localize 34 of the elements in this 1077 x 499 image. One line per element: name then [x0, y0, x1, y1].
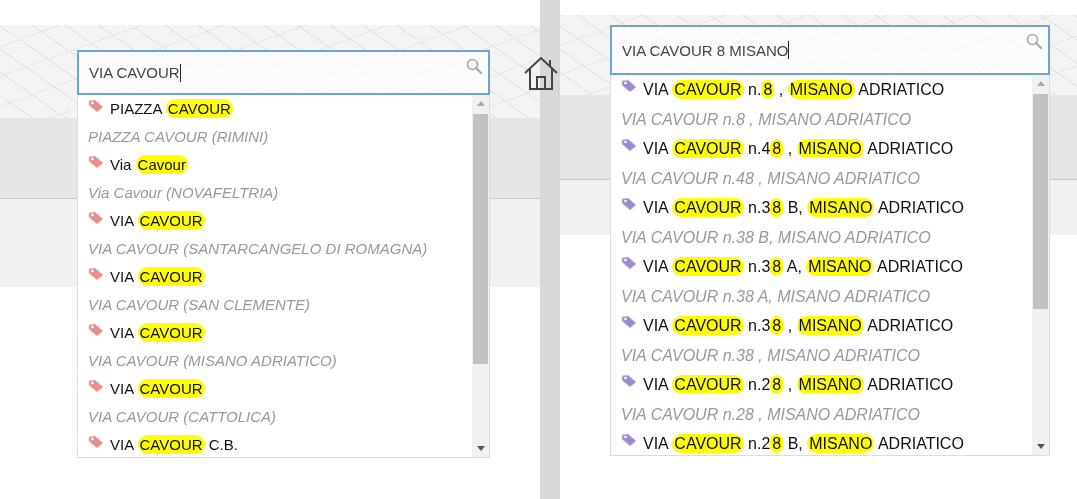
- suggestion-address: VIA CAVOUR n.8 , MISANO ADRIATICO: [621, 109, 913, 130]
- suggestion-address: VIA CAVOUR n.38 B, MISANO ADRIATICO: [621, 227, 932, 248]
- suggestion-title[interactable]: VIA CAVOUR n.8 , MISANO ADRIATICO: [643, 78, 945, 101]
- scroll-down-icon: [1036, 444, 1045, 449]
- suggestion-title[interactable]: VIA CAVOUR n.38 A, MISANO ADRIATICO: [643, 255, 963, 278]
- suggestion-address: Via Cavour (NOVAFELTRIA): [88, 183, 280, 203]
- search-icon: [466, 58, 482, 74]
- suggestion-address: VIA CAVOUR (CATTOLICA): [88, 407, 278, 427]
- suggestion-address: VIA CAVOUR n.38 A, MISANO ADRIATICO: [621, 286, 932, 307]
- home-icon[interactable]: [523, 55, 559, 91]
- suggestion-title[interactable]: VIA CAVOUR n.48 , MISANO ADRIATICO: [643, 137, 954, 160]
- suggestion-address: VIA CAVOUR (MISANO ADRIATICO): [88, 351, 338, 371]
- suggestion-title[interactable]: VIA CAVOUR n.28 B, MISANO ADRIATICO: [643, 432, 964, 455]
- suggestion-address: PIAZZA CAVOUR (RIMINI): [88, 127, 270, 147]
- suggestion-title[interactable]: PIAZZA CAVOUR: [110, 98, 233, 120]
- scrollbar-thumb[interactable]: [473, 114, 488, 364]
- search-icon: [1026, 33, 1042, 49]
- scroll-up-icon: [1036, 81, 1045, 86]
- suggestion-title[interactable]: VIA CAVOUR n.28 , MISANO ADRIATICO: [643, 373, 954, 396]
- search-field[interactable]: VIA CAVOUR 8 MISANO: [610, 25, 1050, 75]
- suggestion-address: VIA CAVOUR n.48 , MISANO ADRIATICO: [621, 168, 922, 189]
- suggestion-address: VIA CAVOUR (SANTARCANGELO DI ROMAGNA): [88, 239, 429, 259]
- suggestion-title[interactable]: VIA CAVOUR n.38 B, MISANO ADRIATICO: [643, 196, 964, 219]
- search-field[interactable]: VIA CAVOUR: [77, 50, 490, 95]
- suggestion-address: VIA CAVOUR n.28 , MISANO ADRIATICO: [621, 404, 922, 425]
- suggestion-title[interactable]: VIA CAVOUR n.38 , MISANO ADRIATICO: [643, 314, 954, 337]
- suggestion-address: VIA CAVOUR n.38 , MISANO ADRIATICO: [621, 345, 922, 366]
- scrollbar-thumb[interactable]: [1033, 94, 1048, 309]
- scrollbar[interactable]: [472, 95, 489, 457]
- scroll-up-icon: [476, 101, 485, 106]
- suggestion-title[interactable]: VIA CAVOUR C.B.: [110, 434, 238, 456]
- suggestion-address: VIA CAVOUR (SAN CLEMENTE): [88, 295, 311, 315]
- scroll-down-icon: [476, 446, 485, 451]
- scrollbar[interactable]: [1032, 75, 1049, 455]
